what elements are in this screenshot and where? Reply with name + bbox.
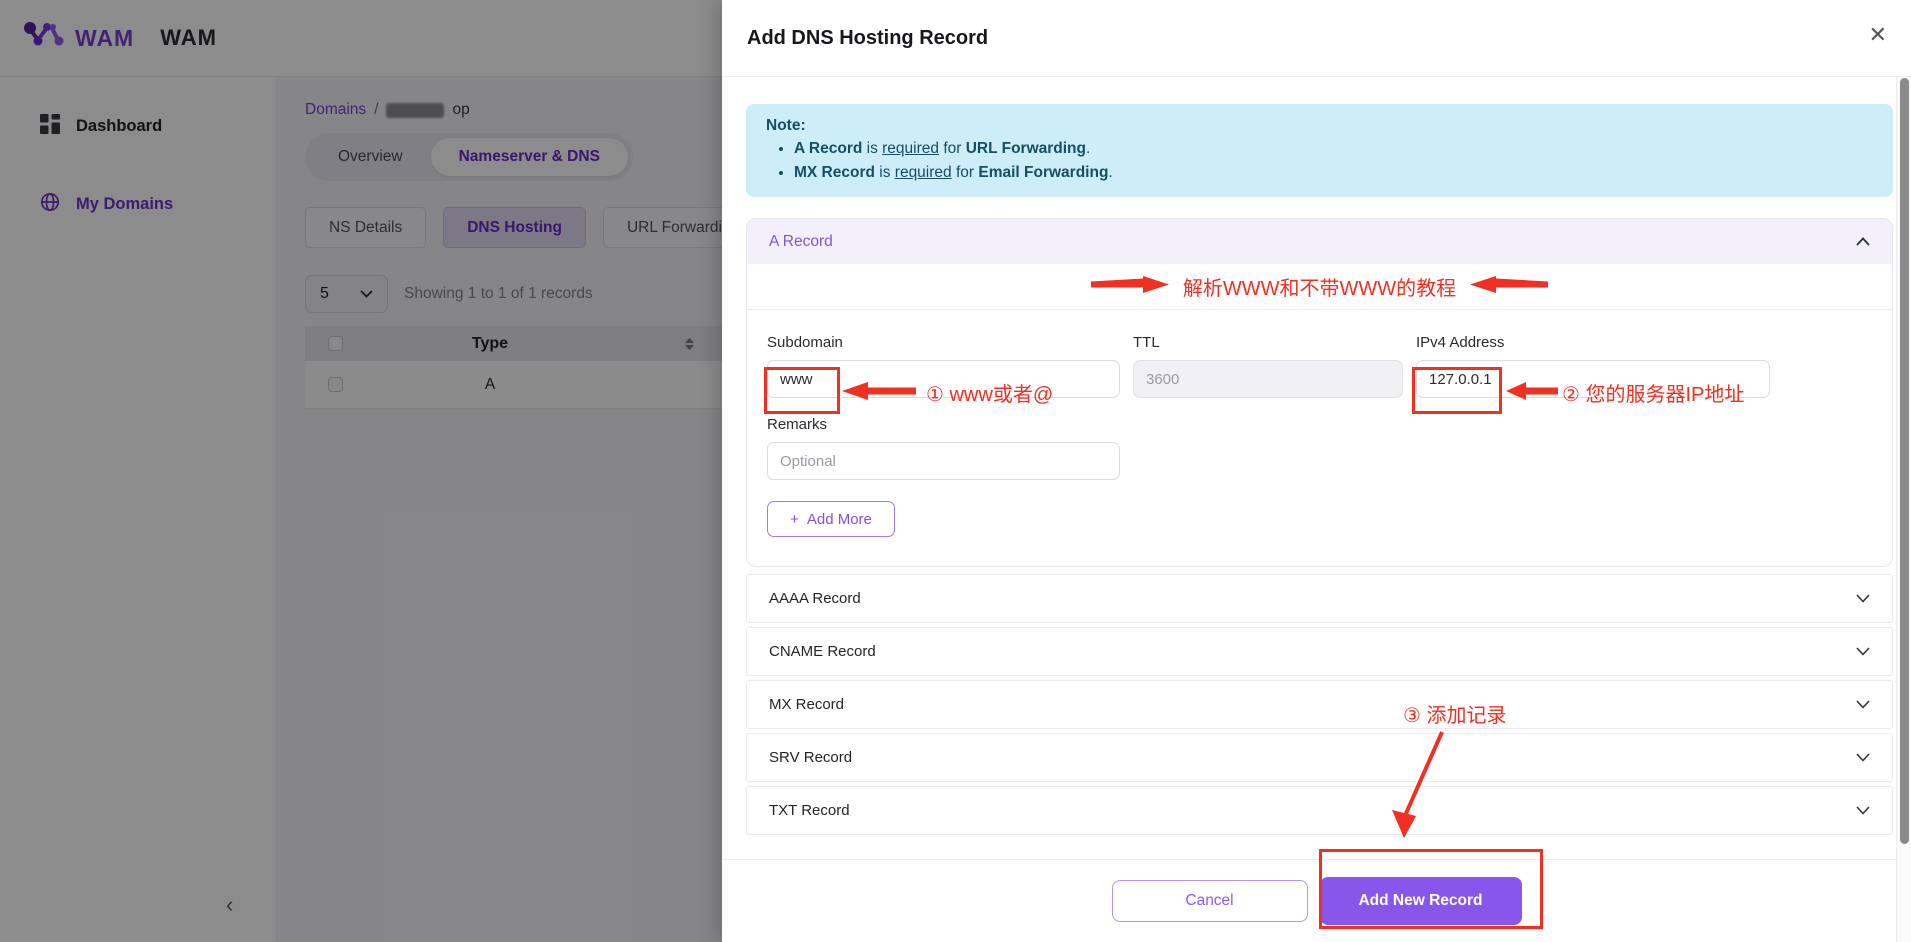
chevron-down-icon <box>1856 643 1870 660</box>
chevron-down-icon <box>1856 590 1870 607</box>
red-arrow-right-icon <box>1091 276 1169 298</box>
accordion-label: TXT Record <box>769 802 850 819</box>
scrollbar-thumb[interactable] <box>1900 78 1909 844</box>
modal-backdrop[interactable] <box>0 0 722 942</box>
a-record-title: A Record <box>769 233 833 251</box>
chevron-down-icon <box>1856 749 1870 766</box>
remarks-label: Remarks <box>767 416 1120 433</box>
accordion-label: CNAME Record <box>769 643 876 660</box>
tutorial-annotation-row: 解析WWW和不带WWW的教程 <box>747 264 1892 310</box>
page: WAM WAM Dashboard <box>0 0 1911 942</box>
chevron-down-icon <box>1856 802 1870 819</box>
ttl-field-group: TTL <box>1133 334 1403 398</box>
ipv4-label: IPv4 Address <box>1416 334 1770 351</box>
ipv4-field-group: IPv4 Address <box>1416 334 1770 398</box>
note-bullet: A Record is required for URL Forwarding. <box>794 137 1873 161</box>
modal-body: Note: A Record is required for URL Forwa… <box>722 77 1911 835</box>
accordion-txt-record[interactable]: TXT Record <box>746 786 1893 835</box>
note-bullet: MX Record is required for Email Forwardi… <box>794 161 1873 185</box>
close-icon[interactable]: ✕ <box>1869 24 1887 46</box>
plus-icon: + <box>790 511 799 528</box>
modal-header: Add DNS Hosting Record ✕ <box>722 0 1911 77</box>
accordion-cname-record[interactable]: CNAME Record <box>746 627 1893 676</box>
note-box: Note: A Record is required for URL Forwa… <box>746 104 1893 197</box>
add-dns-record-modal: Add DNS Hosting Record ✕ Note: A Record … <box>722 0 1911 942</box>
accordion-srv-record[interactable]: SRV Record <box>746 733 1893 782</box>
subdomain-field-group: Subdomain <box>767 334 1120 398</box>
remarks-input[interactable] <box>767 442 1120 480</box>
modal-title: Add DNS Hosting Record <box>747 27 988 50</box>
subdomain-input[interactable] <box>767 360 1120 398</box>
tutorial-annotation-text: 解析WWW和不带WWW的教程 <box>1183 272 1456 301</box>
note-heading: Note: <box>766 117 1873 135</box>
accordion-label: SRV Record <box>769 749 852 766</box>
accordion-list: AAAA Record CNAME Record MX Record SRV R… <box>746 574 1893 835</box>
ttl-label: TTL <box>1133 334 1403 351</box>
cancel-button[interactable]: Cancel <box>1112 880 1308 922</box>
note-list: A Record is required for URL Forwarding.… <box>794 137 1873 185</box>
ipv4-input[interactable] <box>1416 360 1770 398</box>
a-record-fields: Subdomain TTL IPv4 Address R <box>747 310 1892 566</box>
modal-footer: Cancel Add New Record <box>722 859 1911 942</box>
remarks-field-group: Remarks <box>767 416 1120 480</box>
add-new-record-button[interactable]: Add New Record <box>1320 877 1522 925</box>
chevron-up-icon <box>1856 233 1870 251</box>
accordion-label: MX Record <box>769 696 844 713</box>
red-arrow-left-icon <box>1470 276 1548 298</box>
a-record-accordion: A Record 解析WWW和不带WWW的教程 <box>746 218 1893 567</box>
ttl-input <box>1133 360 1403 398</box>
add-more-label: Add More <box>807 511 872 528</box>
chevron-down-icon <box>1856 696 1870 713</box>
modal-scrollbar <box>1896 77 1911 942</box>
accordion-label: AAAA Record <box>769 590 861 607</box>
a-record-accordion-header[interactable]: A Record <box>747 219 1892 264</box>
accordion-mx-record[interactable]: MX Record <box>746 680 1893 729</box>
add-more-button[interactable]: + Add More <box>767 501 895 537</box>
subdomain-label: Subdomain <box>767 334 1120 351</box>
accordion-aaaa-record[interactable]: AAAA Record <box>746 574 1893 623</box>
